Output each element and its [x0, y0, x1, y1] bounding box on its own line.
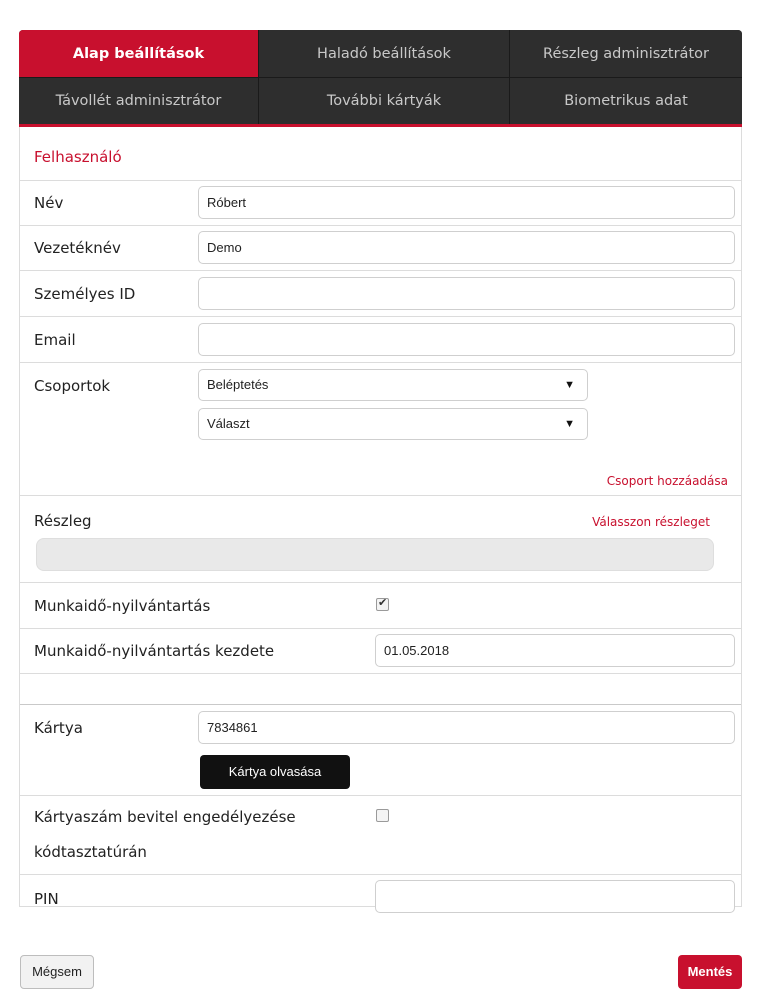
- tab-additional-cards[interactable]: További kártyák: [259, 77, 510, 124]
- tab-department-admin[interactable]: Részleg adminisztrátor: [510, 30, 742, 77]
- name-label: Név: [34, 194, 64, 212]
- tab-basic-settings[interactable]: Alap beállítások: [19, 30, 259, 77]
- dropdown-arrow-icon: ▼: [564, 379, 575, 391]
- group-select-1[interactable]: Beléptetés ▼: [198, 369, 588, 401]
- department-label: Részleg: [34, 512, 92, 530]
- divider: [20, 495, 741, 496]
- add-group-link[interactable]: Csoport hozzáadása: [607, 474, 728, 488]
- groups-label: Csoportok: [34, 377, 111, 395]
- pin-label: PIN: [34, 890, 59, 908]
- divider: [20, 270, 741, 271]
- email-input[interactable]: [198, 323, 735, 356]
- choose-department-link[interactable]: Válasszon részleget: [592, 515, 710, 529]
- keyboard-entry-checkbox[interactable]: [376, 809, 389, 822]
- divider: [20, 874, 741, 875]
- divider: [20, 316, 741, 317]
- section-divider: [20, 704, 741, 705]
- user-settings-panel: Alap beállítások Haladó beállítások Rész…: [19, 30, 742, 913]
- divider: [20, 673, 741, 674]
- personal-id-label: Személyes ID: [34, 285, 136, 303]
- group-select-2[interactable]: Választ ▼: [198, 408, 588, 440]
- dropdown-arrow-icon: ▼: [564, 418, 575, 430]
- card-input[interactable]: 7834861: [198, 711, 735, 744]
- tab-advanced-settings[interactable]: Haladó beállítások: [259, 30, 510, 77]
- tab-biometric-data[interactable]: Biometrikus adat: [510, 77, 742, 124]
- tab-bar: Alap beállítások Haladó beállítások Rész…: [19, 30, 742, 124]
- surname-label: Vezetéknév: [34, 239, 121, 257]
- divider: [20, 795, 741, 796]
- user-form: Felhasználó Név Róbert Vezetéknév Demo S…: [19, 127, 742, 913]
- pin-input[interactable]: [375, 880, 735, 913]
- save-button[interactable]: Mentés: [678, 955, 742, 989]
- department-field: [36, 538, 714, 571]
- time-tracking-start-label: Munkaidő-nyilvántartás kezdete: [34, 642, 275, 660]
- read-card-button[interactable]: Kártya olvasása: [200, 755, 350, 789]
- divider: [20, 628, 741, 629]
- divider: [20, 225, 741, 226]
- section-title: Felhasználó: [34, 148, 122, 166]
- keyboard-entry-label: Kártyaszám bevitel engedélyezése: [34, 808, 296, 826]
- divider: [20, 582, 741, 583]
- surname-input[interactable]: Demo: [198, 231, 735, 264]
- time-tracking-start-input[interactable]: 01.05.2018: [375, 634, 735, 667]
- divider: [20, 180, 741, 181]
- tab-absence-admin[interactable]: Távollét adminisztrátor: [19, 77, 259, 124]
- email-label: Email: [34, 331, 76, 349]
- time-tracking-checkbox[interactable]: [376, 596, 389, 611]
- personal-id-input[interactable]: [198, 277, 735, 310]
- keyboard-entry-label-line2: kódtasztatúrán: [34, 843, 147, 861]
- cancel-button[interactable]: Mégsem: [20, 955, 94, 989]
- divider: [20, 362, 741, 363]
- time-tracking-label: Munkaidő-nyilvántartás: [34, 597, 211, 615]
- group-select-2-value: Választ: [207, 416, 250, 431]
- name-input[interactable]: Róbert: [198, 186, 735, 219]
- group-select-1-value: Beléptetés: [207, 377, 269, 392]
- card-label: Kártya: [34, 719, 83, 737]
